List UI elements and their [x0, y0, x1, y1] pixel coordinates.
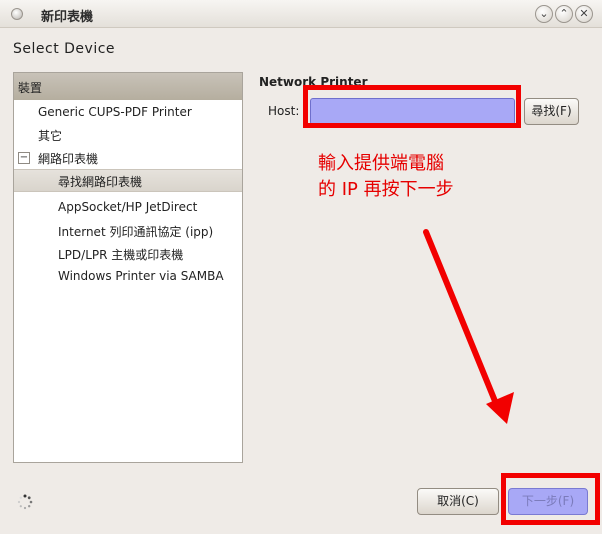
maximize-button[interactable]: ⌃	[555, 5, 573, 23]
title-bar: 新印表機 ⌄ ⌃ ✕	[0, 0, 602, 28]
page-title: Select Device	[13, 41, 116, 57]
tree-item-find-network-printer[interactable]: 尋找網路印表機	[58, 173, 142, 190]
host-label: Host:	[268, 104, 300, 118]
network-printer-title: Network Printer	[259, 75, 368, 89]
host-input[interactable]	[310, 98, 515, 125]
tree-item-appsocket[interactable]: AppSocket/HP JetDirect	[58, 200, 197, 214]
close-button[interactable]: ✕	[575, 5, 593, 23]
tree-item-ipp[interactable]: Internet 列印通訊協定 (ipp)	[58, 223, 213, 240]
cancel-button[interactable]: 取消(C)	[417, 488, 499, 515]
minimize-button[interactable]: ⌄	[535, 5, 553, 23]
window-menu-icon[interactable]	[11, 8, 23, 20]
find-button[interactable]: 尋找(F)	[524, 98, 579, 125]
annotation-text: 輸入提供端電腦 的 IP 再按下一步	[318, 151, 454, 203]
window-title: 新印表機	[41, 10, 94, 25]
loading-spinner-icon	[17, 494, 33, 510]
collapse-icon[interactable]: −	[18, 152, 30, 164]
annotation-line-1: 輸入提供端電腦	[318, 153, 444, 174]
tree-item-generic-cups-pdf[interactable]: Generic CUPS-PDF Printer	[38, 105, 192, 119]
tree-item-lpd-lpr[interactable]: LPD/LPR 主機或印表機	[58, 246, 183, 263]
tree-item-other[interactable]: 其它	[38, 127, 62, 144]
tree-item-samba[interactable]: Windows Printer via SAMBA	[58, 269, 224, 283]
annotation-line-2: 的 IP 再按下一步	[318, 179, 454, 200]
tree-item-network-printer[interactable]: 網路印表機	[38, 150, 98, 167]
next-button[interactable]: 下一步(F)	[508, 488, 588, 515]
device-tree[interactable]: 裝置 Generic CUPS-PDF Printer 其它 − 網路印表機 尋…	[13, 72, 243, 463]
tree-header[interactable]: 裝置	[14, 73, 242, 100]
